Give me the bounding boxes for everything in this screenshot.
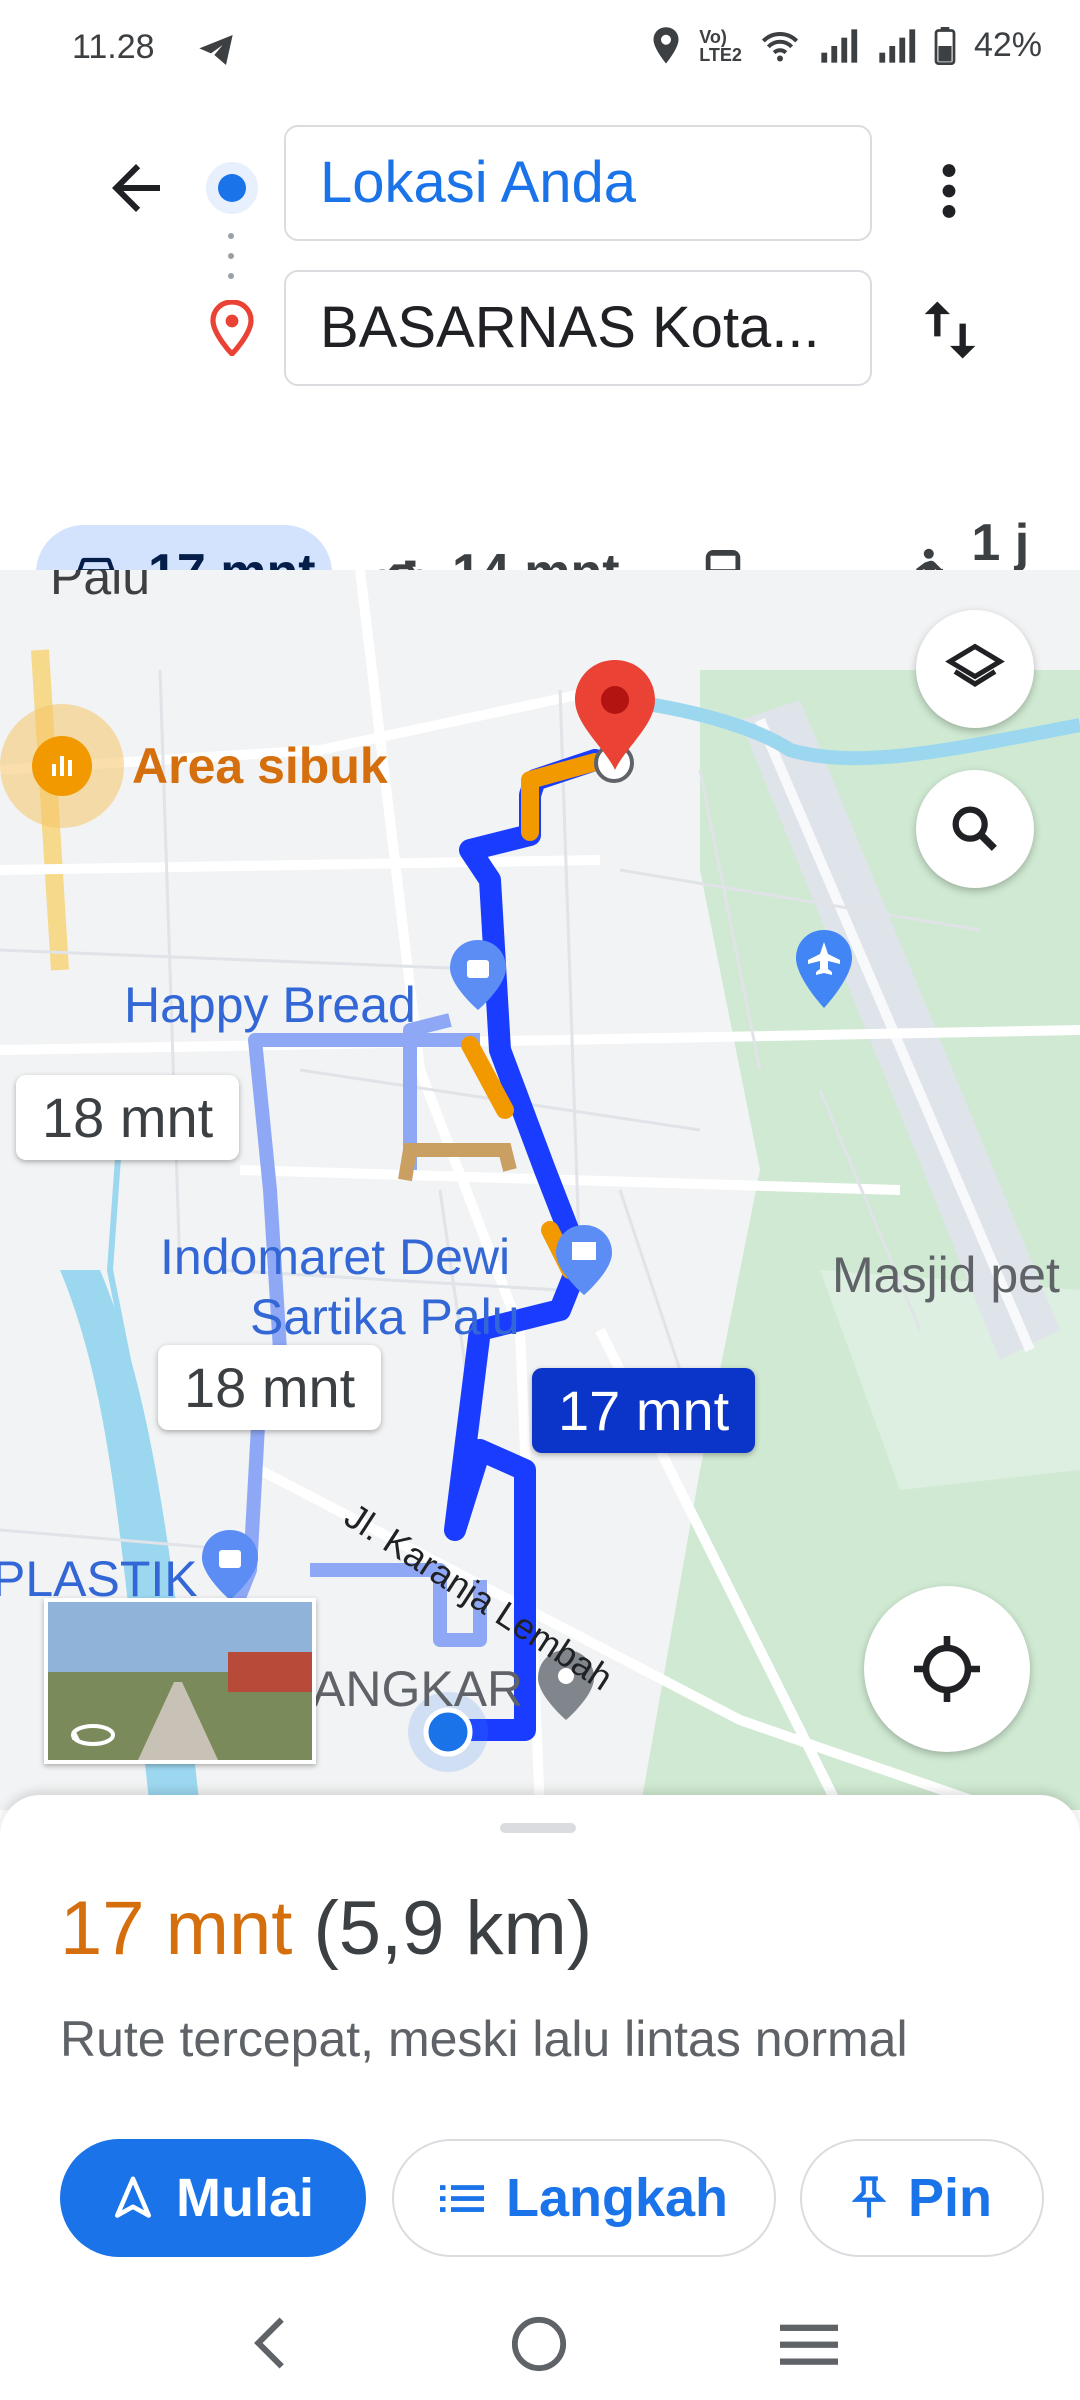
map-label-city: Palu (50, 570, 151, 605)
map-label-happy-bread[interactable]: Happy Bread (124, 976, 416, 1034)
status-icons: Vo) LTE2 42% (651, 26, 1042, 65)
battery-percent: 42% (973, 26, 1042, 64)
map-view[interactable]: Palu Area sibuk Happy Bread Indomaret De… (0, 570, 1080, 1810)
route-connector-dots (228, 232, 234, 280)
start-button-label: Mulai (175, 2168, 314, 2228)
sheet-drag-handle[interactable] (500, 1823, 576, 1833)
origin-field[interactable]: Lokasi Anda (284, 125, 872, 241)
layers-icon (945, 643, 1005, 687)
map-label-indomaret-1[interactable]: Indomaret Dewi (160, 1228, 510, 1286)
alt-route-time-1[interactable]: 18 mnt (16, 1075, 240, 1160)
pin-button-label: Pin (907, 2168, 992, 2228)
map-label-masjid[interactable]: Masjid pet (832, 1246, 1060, 1304)
directions-header: Lokasi Anda BASARNAS Kota... 17 mnt 14 m… (0, 100, 1080, 632)
location-status-icon (653, 26, 679, 63)
destination-pin-icon (208, 299, 256, 358)
route-summary-sheet[interactable]: 17 mnt (5,9 km) Rute tercepat, meski lal… (0, 1795, 1080, 2400)
my-location-button[interactable] (864, 1586, 1030, 1752)
route-distance: (5,9 km) (313, 1886, 593, 1971)
swap-icon[interactable] (912, 292, 988, 368)
main-route-time[interactable]: 17 mnt (532, 1368, 756, 1453)
navigation-icon (114, 2176, 152, 2218)
list-icon (439, 2185, 484, 2212)
map-label-angkar: ANGKAR (312, 1661, 524, 1717)
origin-dot-icon (202, 158, 262, 218)
status-bar: 11.28 Vo) LTE2 42% (0, 0, 1080, 100)
map-label-busy-area: Area sibuk (132, 738, 388, 794)
route-note: Rute tercepat, meski lalu lintas normal (60, 2011, 908, 2067)
nav-home-icon[interactable] (510, 2315, 568, 2378)
nav-recents-icon[interactable] (780, 2319, 838, 2374)
nav-back-icon[interactable] (245, 2315, 295, 2376)
signal-1-icon (821, 28, 858, 63)
back-arrow-icon[interactable] (100, 152, 172, 224)
status-time: 11.28 (72, 28, 155, 66)
destination-field[interactable]: BASARNAS Kota... (284, 270, 872, 386)
volte-icon: Vo) LTE2 (699, 26, 742, 65)
pin-icon (851, 2176, 886, 2218)
signal-2-icon (879, 28, 916, 63)
more-vert-icon[interactable] (914, 156, 984, 226)
map-label-indomaret-2[interactable]: Sartika Palu (250, 1288, 520, 1346)
telegram-icon (196, 30, 236, 75)
rotate-360-icon (68, 1720, 118, 1750)
alt-route-time-2[interactable]: 18 mnt (158, 1345, 382, 1430)
layers-button[interactable] (916, 610, 1034, 728)
steps-button-label: Langkah (505, 2168, 729, 2228)
pin-button[interactable]: Pin (800, 2139, 1044, 2257)
battery-icon (934, 26, 956, 65)
system-nav-bar (0, 2285, 1080, 2400)
street-view-thumbnail[interactable] (44, 1598, 316, 1764)
wifi-icon (761, 31, 799, 61)
route-duration: 17 mnt (60, 1886, 293, 1971)
search-icon (952, 806, 997, 851)
steps-button[interactable]: Langkah (392, 2139, 776, 2257)
start-button[interactable]: Mulai (60, 2139, 366, 2257)
my-location-icon (914, 1636, 980, 1702)
search-button[interactable] (916, 770, 1034, 888)
route-summary: 17 mnt (5,9 km) (60, 1885, 592, 1972)
